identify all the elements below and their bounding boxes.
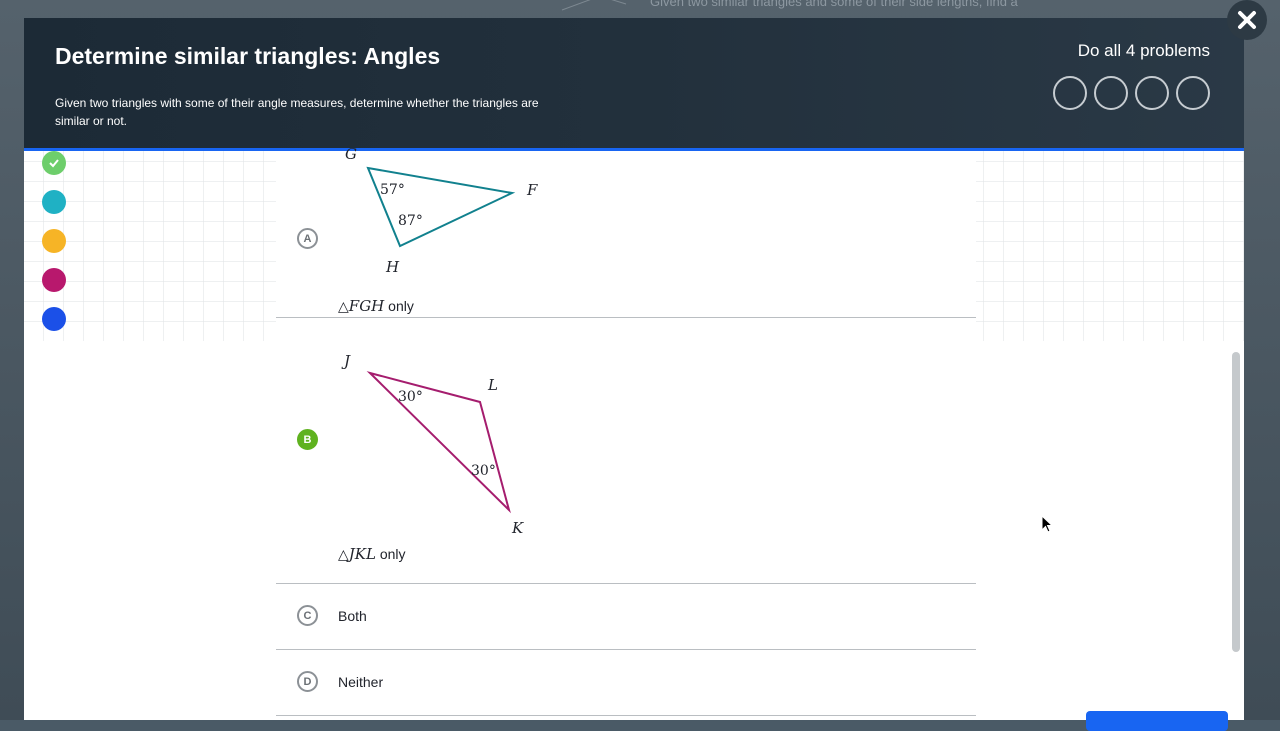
exercise-header: Determine similar triangles: Angles Give… xyxy=(24,18,1244,151)
close-x-icon xyxy=(1238,11,1256,29)
exercise-title: Determine similar triangles: Angles xyxy=(55,43,441,69)
angle-label: 30° xyxy=(398,389,423,405)
progress-dot xyxy=(42,229,66,253)
choice-b[interactable]: J L K 30° 30° B △JKL only xyxy=(276,317,976,584)
triangle-name: JKL xyxy=(348,545,376,563)
problem-circle xyxy=(1176,76,1210,110)
vertex-label-h: H xyxy=(385,258,400,276)
answer-choices: G F H 57° 87° A △FGH only J L K 30° 30° … xyxy=(276,147,976,720)
close-button[interactable] xyxy=(1227,0,1267,40)
choice-d-label: Neither xyxy=(338,674,384,690)
vertex-label-f: F xyxy=(526,181,538,199)
triangle-fgh-figure: G F H 57° 87° xyxy=(345,147,538,276)
vertex-label-j: J xyxy=(341,352,351,370)
progress-dot xyxy=(42,190,66,214)
choice-letter-c[interactable]: C xyxy=(297,605,318,626)
vertex-label-l: L xyxy=(487,376,498,394)
vertex-label-k: K xyxy=(511,519,524,537)
exercise-modal: Determine similar triangles: Angles Give… xyxy=(24,18,1244,720)
choice-a[interactable]: G F H 57° 87° A △FGH only xyxy=(276,147,976,318)
triangle-name: FGH xyxy=(348,297,385,315)
background-triangle-shape xyxy=(561,0,627,11)
exercise-subtitle: Given two triangles with some of their a… xyxy=(55,96,539,128)
background-exercise-text: Given two similar triangles and some of … xyxy=(650,0,1018,9)
problem-progress-circles xyxy=(1053,76,1210,110)
angle-label: 57° xyxy=(380,182,405,198)
choice-suffix: only xyxy=(375,546,406,562)
problem-circle xyxy=(1094,76,1128,110)
check-answer-button[interactable] xyxy=(1086,711,1228,731)
triangle-symbol: △ xyxy=(338,547,349,563)
choice-letter-a[interactable]: A xyxy=(297,228,318,249)
problem-circle xyxy=(1135,76,1169,110)
vertex-label-g: G xyxy=(345,147,357,163)
progress-dot xyxy=(42,268,66,292)
scrollbar-thumb[interactable] xyxy=(1232,352,1240,652)
progress-dot-complete xyxy=(42,151,66,175)
checkmark-icon xyxy=(49,159,59,168)
choice-a-label: △FGH only xyxy=(338,297,414,315)
choice-c[interactable]: C Both xyxy=(276,583,976,650)
choice-letter-b[interactable]: B xyxy=(297,429,318,450)
mouse-pointer-icon xyxy=(1041,515,1054,533)
choice-d[interactable]: D Neither xyxy=(276,649,976,716)
progress-dot xyxy=(42,307,66,331)
triangle-jkl-figure: J L K 30° 30° xyxy=(341,352,524,537)
choice-suffix: only xyxy=(384,298,414,314)
angle-label: 30° xyxy=(471,463,496,479)
choice-letter-d[interactable]: D xyxy=(297,671,318,692)
choice-c-label: Both xyxy=(338,608,367,624)
problem-circle xyxy=(1053,76,1087,110)
angle-label: 87° xyxy=(398,213,423,229)
problems-label: Do all 4 problems xyxy=(1077,41,1210,60)
choice-b-label: △JKL only xyxy=(338,545,406,563)
triangle-symbol: △ xyxy=(338,299,349,315)
